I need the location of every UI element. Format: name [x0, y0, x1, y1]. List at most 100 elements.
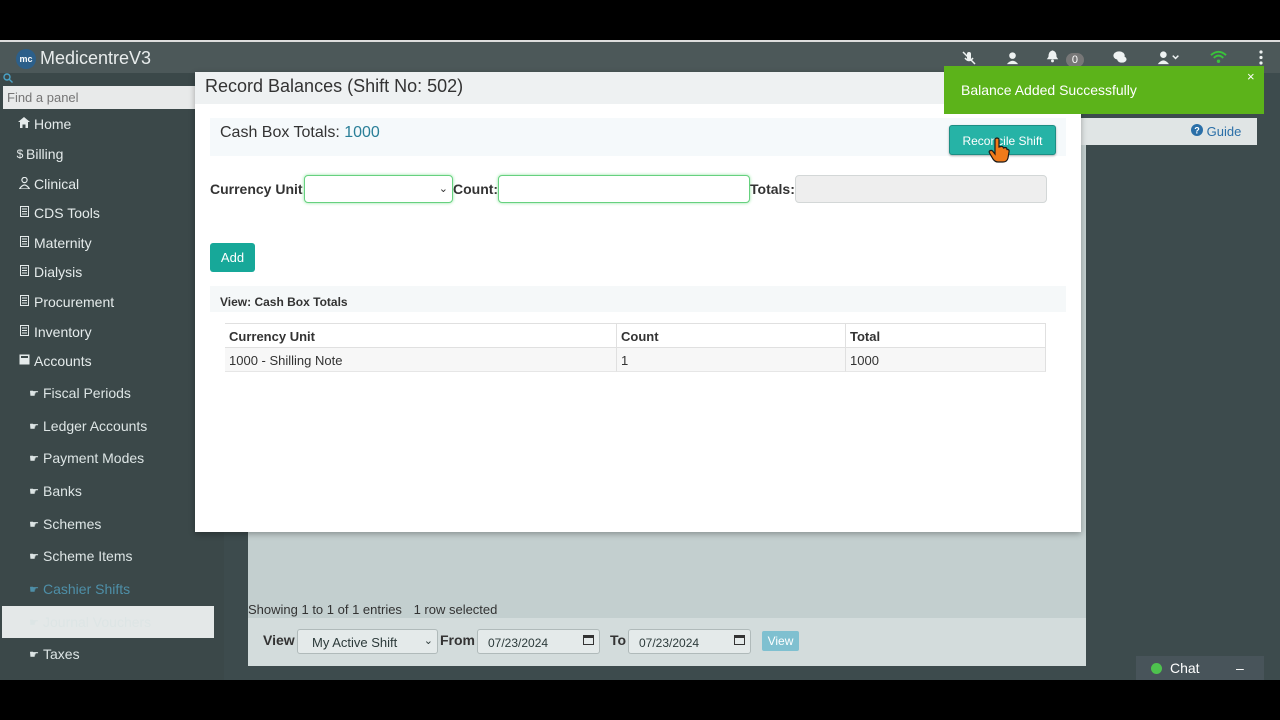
modal-title: Record Balances (Shift No: 502) — [205, 76, 464, 96]
sidebar-item-accounts[interactable]: Accounts — [16, 353, 92, 369]
hand-pointer-icon: ☛ — [29, 550, 39, 563]
chevron-down-icon: ⌄ — [423, 635, 433, 647]
totals-label: Totals: — [750, 181, 795, 197]
currency-unit-select[interactable]: ⌄ — [304, 175, 453, 203]
guide-link[interactable]: ? Guide — [1191, 124, 1241, 139]
close-icon[interactable]: × — [1247, 69, 1255, 84]
selected-count: 1 row selected — [413, 602, 498, 617]
toast-message: Balance Added Successfully — [961, 82, 1137, 98]
app-brand[interactable]: mc MedicentreV3 — [16, 48, 151, 69]
sidebar-item-label: Inventory — [34, 324, 92, 340]
sidebar-item-label: Maternity — [34, 235, 92, 251]
hand-pointer-icon: ☛ — [29, 452, 39, 465]
app-title: MedicentreV3 — [40, 48, 152, 68]
sidebar-item-clinical[interactable]: Clinical — [16, 176, 79, 192]
sidebar-item-maternity[interactable]: Maternity — [16, 235, 92, 251]
sidebar: Home $ Billing Clinical CDS Tools Matern… — [0, 73, 224, 680]
cashbox-totals-value: 1000 — [344, 124, 380, 141]
sidebar-subitem-taxes[interactable]: ☛ Taxes — [26, 646, 80, 662]
hand-pointer-icon: ☛ — [29, 518, 39, 531]
shift-select[interactable]: My Active Shift ⌄ — [297, 629, 438, 654]
sidebar-item-label: Taxes — [43, 646, 80, 662]
sidebar-subitem-ledger-accounts[interactable]: ☛ Ledger Accounts — [26, 418, 147, 434]
sidebar-item-label: Scheme Items — [43, 548, 133, 564]
sidebar-subitem-scheme-items[interactable]: ☛ Scheme Items — [26, 548, 132, 564]
view-label: View — [263, 632, 295, 648]
table-info: Showing 1 to 1 of 1 entries 1 row select… — [248, 602, 497, 617]
record-balances-modal: Record Balances (Shift No: 502) Cash Box… — [195, 72, 1081, 532]
bell-icon — [1046, 50, 1063, 66]
book-icon — [16, 265, 32, 279]
sidebar-item-home[interactable]: Home — [16, 116, 71, 132]
sidebar-item-label: Banks — [43, 483, 82, 499]
book-icon — [16, 236, 32, 250]
sidebar-subitem-fiscal-periods[interactable]: ☛ Fiscal Periods — [26, 385, 131, 401]
sidebar-item-label: Payment Modes — [43, 450, 145, 466]
sidebar-item-label: Schemes — [43, 516, 102, 532]
count-input[interactable] — [498, 175, 750, 203]
sidebar-item-procurement[interactable]: Procurement — [16, 294, 114, 310]
home-icon — [16, 117, 32, 131]
app-window: mc MedicentreV3 0 Find a panel Home $ Bi… — [0, 40, 1280, 680]
guide-label: Guide — [1206, 124, 1242, 139]
notifications[interactable]: 0 — [1046, 49, 1085, 67]
panel-search-input[interactable] — [3, 86, 196, 109]
column-header-count[interactable]: Count — [616, 323, 845, 348]
cashbox-view-title: View: Cash Box Totals — [220, 295, 348, 309]
from-label: From — [440, 632, 475, 648]
currency-unit-label: Currency Unit: — [210, 181, 308, 197]
cashbox-totals-label: Cash Box Totals: — [220, 124, 340, 141]
chevron-down-icon: ⌄ — [438, 183, 448, 195]
column-header-currency-unit[interactable]: Currency Unit — [225, 323, 616, 348]
sidebar-item-label: Journal Vouchers — [43, 614, 152, 630]
wifi-icon — [1210, 50, 1227, 67]
totals-input — [795, 175, 1047, 203]
sidebar-subitem-payment-modes[interactable]: ☛ Payment Modes — [26, 450, 144, 466]
sidebar-item-cds-tools[interactable]: CDS Tools — [16, 205, 100, 221]
book-icon — [16, 325, 32, 339]
sidebar-subitem-banks[interactable]: ☛ Banks — [26, 483, 82, 499]
calendar-icon[interactable] — [583, 634, 594, 648]
sidebar-subitem-schemes[interactable]: ☛ Schemes — [26, 516, 101, 532]
from-date-value: 07/23/2024 — [488, 636, 549, 650]
dollar-icon: $ — [16, 147, 24, 161]
chat-widget[interactable]: Chat – — [1136, 656, 1264, 680]
column-header-total[interactable]: Total — [845, 323, 1046, 348]
hand-pointer-icon: ☛ — [29, 616, 39, 629]
sidebar-item-label: Dialysis — [34, 264, 83, 280]
sidebar-item-dialysis[interactable]: Dialysis — [16, 264, 82, 280]
hand-pointer-icon: ☛ — [29, 648, 39, 661]
search-icon — [3, 73, 13, 86]
hand-pointer-icon: ☛ — [29, 485, 39, 498]
sidebar-item-label: Clinical — [34, 176, 80, 192]
entries-count: Showing 1 to 1 of 1 entries — [248, 602, 402, 617]
folder-icon — [16, 354, 32, 368]
table-cell-count[interactable]: 1 — [616, 348, 845, 372]
chat-minimize-button[interactable]: – — [1236, 660, 1244, 676]
book-icon — [16, 295, 32, 309]
sidebar-subitem-journal-vouchers[interactable]: ☛ Journal Vouchers — [26, 614, 151, 630]
sidebar-item-billing[interactable]: $ Billing — [16, 146, 64, 162]
hand-pointer-icon: ☛ — [29, 420, 39, 433]
sidebar-item-label: Ledger Accounts — [43, 418, 148, 434]
question-circle-icon: ? — [1191, 124, 1207, 139]
count-label: Count: — [453, 181, 499, 197]
user-md-icon — [16, 176, 32, 192]
sidebar-subitem-cashier-shifts[interactable]: ☛ Cashier Shifts — [26, 581, 130, 597]
notification-count-badge: 0 — [1065, 53, 1085, 67]
to-label: To — [610, 632, 627, 648]
to-date-value: 07/23/2024 — [639, 636, 700, 650]
table-cell-total[interactable]: 1000 — [845, 348, 1046, 372]
add-button[interactable]: Add — [210, 243, 255, 272]
table-cell-currency-unit[interactable]: 1000 - Shilling Note — [225, 348, 616, 372]
from-date-input[interactable]: 07/23/2024 — [477, 629, 600, 654]
sidebar-item-label: Billing — [26, 146, 64, 162]
hand-pointer-icon: ☛ — [29, 387, 39, 400]
calendar-icon[interactable] — [734, 634, 745, 648]
sidebar-item-label: Procurement — [34, 294, 115, 310]
sidebar-item-inventory[interactable]: Inventory — [16, 324, 92, 340]
sidebar-item-label: Cashier Shifts — [43, 581, 131, 597]
to-date-input[interactable]: 07/23/2024 — [628, 629, 751, 654]
view-button[interactable]: View — [762, 631, 799, 651]
shift-select-value: My Active Shift — [312, 635, 398, 650]
